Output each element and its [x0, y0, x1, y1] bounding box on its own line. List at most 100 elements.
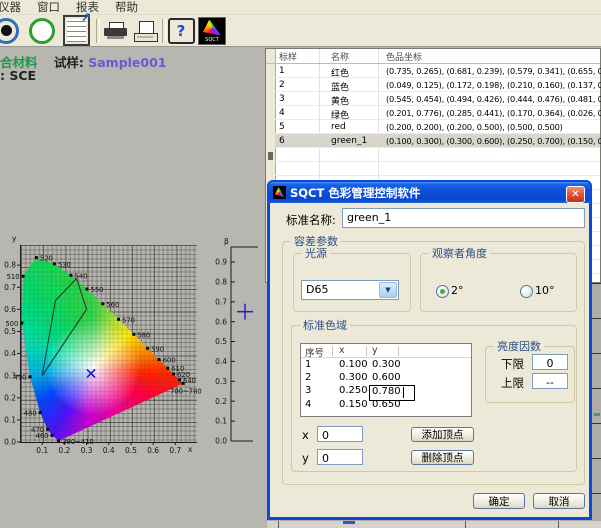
sample-name: Sample001	[88, 55, 166, 70]
help-icon: ?	[168, 18, 195, 44]
svg-text:0.7: 0.7	[4, 283, 16, 292]
observer-angle-label: 观察者角度	[429, 247, 490, 260]
standard-gamut-group: 标准色域 序号 x y 10.1000.300 20.3000.600 30.2…	[291, 325, 577, 472]
vertex-row[interactable]: 40.1500.650	[301, 399, 471, 412]
svg-text:0.5: 0.5	[125, 446, 137, 455]
chart-overlay-svg: 0.10.20.30.40.50.60.70.00.10.20.30.40.50…	[0, 230, 262, 465]
help-button[interactable]: ?	[167, 17, 195, 44]
svg-text:580: 580	[137, 331, 150, 339]
observer-angle-group: 观察者角度 2° 10°	[420, 253, 577, 312]
gamut-vertex-table[interactable]: 序号 x y 10.1000.300 20.3000.600 30.250 0.…	[300, 343, 472, 417]
standard-gamut-label: 标准色域	[300, 319, 350, 332]
svg-text:570: 570	[122, 316, 135, 324]
print-icon	[104, 22, 128, 40]
svg-text:600: 600	[163, 357, 176, 365]
y-coord-label: y	[302, 451, 309, 465]
mode-label: : SCE	[0, 68, 36, 83]
svg-text:0.1: 0.1	[215, 417, 227, 426]
measure-standard-icon	[29, 18, 55, 44]
svg-text:0.2: 0.2	[4, 393, 16, 402]
radio-2-degree[interactable]	[436, 285, 449, 298]
vertex-col-y: y	[372, 345, 378, 356]
ok-button[interactable]: 确定	[473, 493, 525, 509]
svg-text:0.5: 0.5	[4, 327, 16, 336]
svg-text:380~410: 380~410	[62, 438, 94, 446]
measure-standard-button[interactable]	[28, 17, 56, 44]
sqct-button[interactable]: SQCT	[198, 17, 226, 44]
svg-text:500: 500	[5, 320, 18, 328]
svg-text:0.0: 0.0	[4, 438, 16, 447]
upper-limit-input[interactable]: --	[532, 373, 568, 389]
menu-item-help[interactable]: 帮助	[107, 0, 146, 14]
sqct-dialog-icon	[273, 186, 286, 199]
lower-limit-input[interactable]: 0	[532, 354, 568, 370]
toolbar-separator	[96, 19, 100, 43]
table-row[interactable]: 3黄色(0.545, 0.454), (0.494, 0.426), (0.44…	[275, 92, 600, 106]
print-button[interactable]	[102, 17, 130, 44]
standard-name-input[interactable]: green_1	[342, 208, 585, 228]
light-source-select[interactable]: D65 ▼	[301, 280, 399, 300]
radio-10-degree[interactable]	[520, 285, 533, 298]
vertex-row-editing[interactable]: 30.250 0.780	[301, 385, 471, 398]
delete-vertex-button[interactable]: 删除顶点	[411, 450, 474, 465]
svg-text:0.9: 0.9	[215, 258, 227, 267]
svg-text:β: β	[224, 237, 229, 246]
report-button[interactable]: ↗	[62, 17, 90, 44]
print-output-icon	[134, 21, 158, 41]
selected-row-marker	[268, 152, 273, 160]
y-coord-input[interactable]: 0	[317, 449, 363, 465]
table-row[interactable]: 5red(0.200, 0.200), (0.200, 0.500), (0.5…	[275, 120, 600, 134]
svg-text:0.7: 0.7	[169, 446, 181, 455]
col-header-standard: 标样	[279, 50, 297, 63]
svg-text:0.6: 0.6	[215, 317, 227, 326]
close-icon[interactable]: ✕	[566, 186, 585, 203]
table-row-selected[interactable]: 6green_1(0.100, 0.300), (0.300, 0.600), …	[275, 134, 600, 148]
radio-10-degree-label[interactable]: 10°	[535, 284, 555, 297]
svg-text:560: 560	[106, 301, 119, 309]
svg-text:0.8: 0.8	[4, 261, 16, 270]
svg-text:520: 520	[40, 255, 53, 263]
svg-text:0.4: 0.4	[4, 349, 16, 358]
svg-text:0.4: 0.4	[215, 357, 227, 366]
menu-item-window[interactable]: 窗口	[29, 0, 68, 14]
report-icon: ↗	[63, 15, 90, 46]
svg-text:0.1: 0.1	[4, 415, 16, 424]
print-output-button[interactable]	[132, 17, 160, 44]
cie-chromaticity-chart: 0.10.20.30.40.50.60.70.00.10.20.30.40.50…	[0, 230, 262, 465]
toolbar-separator	[162, 19, 166, 43]
svg-text:510: 510	[7, 273, 20, 281]
tolerance-group: 容差参数 光源 D65 ▼ 观察者角度 2° 10° 标准色域 序号 x y	[282, 241, 585, 485]
standard-name-label: 标准名称:	[286, 212, 336, 228]
table-row[interactable]: 4绿色(0.201, 0.776), (0.285, 0.441), (0.17…	[275, 106, 600, 120]
svg-text:590: 590	[151, 345, 164, 353]
svg-text:0.8: 0.8	[215, 278, 227, 287]
add-vertex-button[interactable]: 添加顶点	[411, 427, 474, 442]
svg-text:480: 480	[24, 409, 37, 417]
luminance-factor-group: 亮度因数 下限 0 上限 --	[485, 346, 575, 403]
luminance-factor-label: 亮度因数	[494, 340, 544, 353]
svg-text:550: 550	[91, 286, 104, 294]
svg-text:0.2: 0.2	[58, 446, 70, 455]
table-row[interactable]: 2蓝色(0.049, 0.125), (0.172, 0.198), (0.21…	[275, 78, 600, 92]
svg-text:0.7: 0.7	[215, 297, 227, 306]
svg-text:0.4: 0.4	[103, 446, 115, 455]
cancel-button[interactable]: 取消	[533, 493, 585, 509]
light-source-label: 光源	[302, 247, 330, 260]
sample-label: 试样:	[54, 55, 84, 70]
svg-text:700~780: 700~780	[170, 387, 202, 395]
table-row[interactable]: 1红色(0.735, 0.265), (0.681, 0.239), (0.57…	[275, 64, 600, 78]
svg-text:x: x	[188, 445, 193, 454]
toolbar: ↗ ? SQCT	[0, 15, 601, 47]
dialog-title-bar[interactable]: SQCT 色彩管理控制软件	[269, 182, 590, 203]
col-header-name: 名称	[331, 50, 349, 63]
svg-text:0.1: 0.1	[36, 446, 48, 455]
vertex-row[interactable]: 10.1000.300	[301, 359, 471, 372]
sqct-dialog: SQCT 色彩管理控制软件 ✕ 标准名称: green_1 容差参数 光源 D6…	[267, 180, 592, 520]
radio-2-degree-label[interactable]: 2°	[451, 284, 464, 297]
chevron-down-icon[interactable]: ▼	[379, 282, 397, 298]
upper-limit-label: 上限	[501, 375, 524, 391]
vertex-row[interactable]: 20.3000.600	[301, 372, 471, 385]
menu-item-instrument[interactable]: 仪器	[0, 0, 29, 14]
x-coord-input[interactable]: 0	[317, 426, 363, 442]
measure-sample-button[interactable]	[0, 17, 20, 44]
